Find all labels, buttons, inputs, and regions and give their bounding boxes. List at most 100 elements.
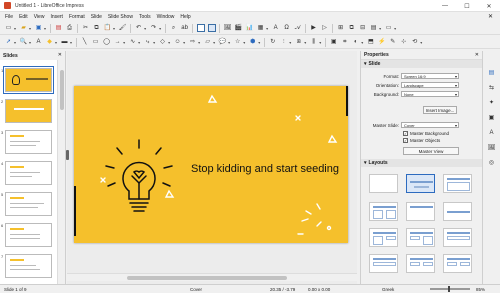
layouts-section-header[interactable]: ▾ Layouts <box>361 159 482 167</box>
spelling-icon[interactable]: ab <box>181 24 189 32</box>
symbol-shapes-icon[interactable]: ☺ <box>174 38 182 46</box>
distribute-icon[interactable]: ⫼ <box>310 38 318 46</box>
layout-title-content-over-content[interactable] <box>369 254 398 273</box>
copy-icon[interactable]: ⧉ <box>93 24 101 32</box>
layout-blank[interactable] <box>369 174 398 193</box>
format-select[interactable]: Screen 16:9 <box>401 73 459 79</box>
arrange-icon[interactable]: ⧈ <box>295 38 303 46</box>
slide-thumbnail[interactable]: 3 <box>1 130 52 154</box>
zoom-percent-status[interactable]: 85% <box>476 287 485 292</box>
fontwork-icon[interactable]: 𝒜 <box>294 24 302 32</box>
maximize-button[interactable]: ☐ <box>456 0 478 12</box>
menu-format[interactable]: Format <box>66 14 88 20</box>
crop-icon[interactable]: ⌗ <box>341 38 349 46</box>
menu-slide[interactable]: Slide <box>88 14 105 20</box>
align-icon[interactable]: ⫶ <box>280 38 288 46</box>
close-document-icon[interactable]: ✕ <box>485 13 496 20</box>
layout-title-6-content[interactable] <box>443 254 472 273</box>
navigator-tab-icon[interactable]: ◎ <box>487 158 496 167</box>
flowchart-icon[interactable]: ▱ <box>204 38 212 46</box>
new-slide-icon[interactable]: ⊞ <box>337 24 345 32</box>
current-slide[interactable]: Stop kidding and start seeding <box>74 86 348 243</box>
insert-media-icon[interactable]: 🎬 <box>235 24 243 32</box>
slide-section-header[interactable]: ▾ Slide <box>361 60 482 68</box>
layout-title-only[interactable] <box>406 202 435 221</box>
zoom-slider[interactable] <box>430 286 470 292</box>
select-arrow-icon[interactable]: ➚ <box>5 38 13 46</box>
display-views-icon[interactable]: ▭ <box>385 24 393 32</box>
callouts-icon[interactable]: 💬 <box>219 38 227 46</box>
slides-pane-scrollbar[interactable] <box>57 60 65 284</box>
layout-title-2-content-content[interactable] <box>369 228 398 247</box>
delete-slide-icon[interactable]: ⊟ <box>359 24 367 32</box>
new-document-icon[interactable]: ▭ <box>5 24 13 32</box>
start-first-slide-icon[interactable]: ▶ <box>310 24 318 32</box>
connectors-icon[interactable]: ⤷ <box>144 38 152 46</box>
duplicate-slide-icon[interactable]: ⧉ <box>348 24 356 32</box>
slide-thumbnail[interactable]: 6 <box>1 223 52 247</box>
curves-icon[interactable]: ∿ <box>129 38 137 46</box>
interaction-icon[interactable]: ⚡ <box>378 38 386 46</box>
insert-special-char-icon[interactable]: Ω <box>283 24 291 32</box>
layout-title-2-content-over-content[interactable] <box>443 228 472 247</box>
close-button[interactable]: ✕ <box>478 0 500 12</box>
rotate-icon[interactable]: ↻ <box>269 38 277 46</box>
transformations-icon[interactable]: ⟲ <box>411 38 419 46</box>
3d-objects-icon[interactable]: ⬢ <box>249 38 257 46</box>
slide-thumbnail[interactable]: 2 <box>1 99 52 123</box>
glue-points-icon[interactable]: ⊹ <box>400 38 408 46</box>
master-objects-checkbox[interactable]: ✓ Master Objects <box>403 138 440 143</box>
save-icon[interactable]: ▣ <box>35 24 43 32</box>
ellipse-icon[interactable]: ◯ <box>103 38 111 46</box>
display-grid-icon[interactable] <box>196 24 205 32</box>
insert-chart-icon[interactable]: 📊 <box>246 24 254 32</box>
menu-help[interactable]: Help <box>177 14 193 20</box>
slide-thumbnail[interactable]: 1 <box>1 66 54 94</box>
text-box-icon[interactable]: A <box>35 38 43 46</box>
clone-formatting-icon[interactable]: 🖌 <box>119 24 127 32</box>
left-pane-collapse-handle[interactable] <box>66 150 69 160</box>
close-properties-icon[interactable]: ✕ <box>475 52 479 58</box>
fill-color-icon[interactable]: ◆ <box>46 38 54 46</box>
master-background-checkbox[interactable]: ✓ Master Background <box>403 131 449 136</box>
gallery-tab-icon[interactable]: 🖼 <box>487 143 496 152</box>
styles-tab-icon[interactable]: A <box>487 128 496 137</box>
helplines-icon[interactable] <box>207 24 216 32</box>
shadow-icon[interactable]: ▣ <box>330 38 338 46</box>
insert-textbox-icon[interactable]: A <box>272 24 280 32</box>
slide-thumbnail[interactable]: 5 <box>1 192 52 216</box>
find-replace-icon[interactable]: ⌕ <box>170 24 178 32</box>
canvas-horizontal-scrollbar[interactable] <box>67 273 357 281</box>
insert-image-icon[interactable]: 🖼 <box>224 24 232 32</box>
menu-window[interactable]: Window <box>154 14 178 20</box>
paste-icon[interactable]: 📋 <box>104 24 112 32</box>
toggle-extrusion-icon[interactable]: ⬒ <box>367 38 375 46</box>
open-folder-icon[interactable]: ▰ <box>20 24 28 32</box>
insert-table-icon[interactable]: ▦ <box>257 24 265 32</box>
layout-title-2-content[interactable] <box>369 202 398 221</box>
line-icon[interactable]: ╲ <box>81 38 89 46</box>
menu-edit[interactable]: Edit <box>16 14 31 20</box>
points-icon[interactable]: ✎ <box>389 38 397 46</box>
undo-icon[interactable]: ↶ <box>135 24 143 32</box>
layout-title-content-2-content[interactable] <box>406 228 435 247</box>
stars-icon[interactable]: ☆ <box>234 38 242 46</box>
background-select[interactable]: None <box>401 91 459 97</box>
redo-icon[interactable]: ↷ <box>150 24 158 32</box>
layout-centered-text[interactable] <box>443 202 472 221</box>
slide-thumbnail[interactable]: 4 <box>1 161 52 185</box>
basic-shapes-icon[interactable]: ◇ <box>159 38 167 46</box>
slide-title-text[interactable]: Stop kidding and start seeding <box>191 163 351 175</box>
layout-title-4-content[interactable] <box>406 254 435 273</box>
start-current-slide-icon[interactable]: ▷ <box>321 24 329 32</box>
slide-thumbnail[interactable]: 7 <box>1 254 52 278</box>
menu-insert[interactable]: Insert <box>47 14 66 20</box>
slide-layout-icon[interactable]: ▤ <box>370 24 378 32</box>
export-pdf-icon[interactable]: ▤ <box>55 24 63 32</box>
cut-icon[interactable]: ✂ <box>82 24 90 32</box>
layout-title-slide[interactable] <box>406 174 435 193</box>
animation-tab-icon[interactable]: ✦ <box>487 98 496 107</box>
master-slides-tab-icon[interactable]: ▣ <box>487 113 496 122</box>
properties-tab-icon[interactable]: ▤ <box>487 68 496 77</box>
lines-arrows-icon[interactable]: → <box>114 38 122 46</box>
